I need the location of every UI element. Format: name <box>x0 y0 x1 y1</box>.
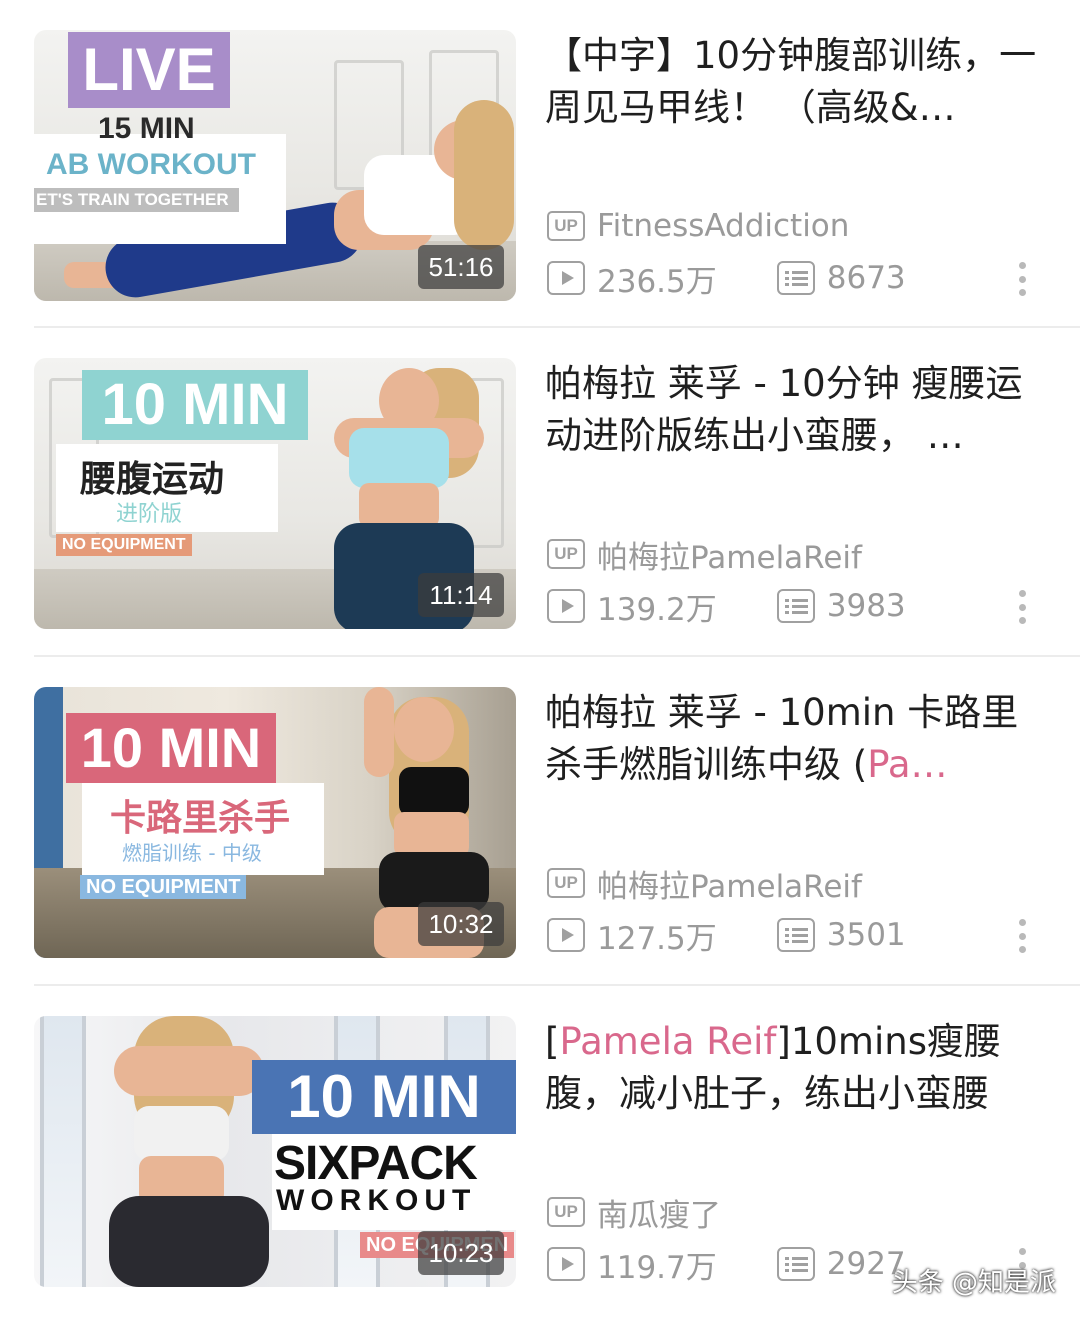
up-badge-icon: UP <box>547 211 585 241</box>
danmaku-count: 3983 <box>826 588 906 624</box>
video-item[interactable]: 10 MIN 卡路里杀手 燃脂训练 - 中级 NO EQUIPMENT 10:3… <box>0 657 1080 986</box>
thumbnail-caption: WORKOUT <box>276 1184 477 1217</box>
video-thumbnail[interactable]: 10 MIN SIXPACK WORKOUT NO EQUIPMEN 10:23 <box>34 1016 516 1287</box>
danmaku-icon <box>776 589 815 623</box>
play-count-icon <box>547 918 585 952</box>
up-badge-icon: UP <box>547 1197 585 1227</box>
thumbnail-title: 15 MIN <box>98 112 195 145</box>
danmaku-count: 3501 <box>826 917 906 953</box>
thumbnail-tag: NO EQUIPMENT <box>56 534 192 556</box>
video-title[interactable]: 帕梅拉 莱孚 - 10分钟 瘦腰运动进阶版练出小蛮腰， … <box>545 358 1040 462</box>
duration-badge: 10:23 <box>418 1231 504 1275</box>
uploader-name: FitnessAddiction <box>597 208 850 244</box>
video-thumbnail[interactable]: 10 MIN 腰腹运动 进阶版 NO EQUIPMENT 11:14 <box>34 358 516 629</box>
uploader-row[interactable]: UP FitnessAddiction <box>547 206 849 246</box>
view-count: 236.5万 <box>597 263 717 300</box>
thumbnail-title: 10 MIN <box>66 713 276 783</box>
video-item[interactable]: 10 MIN 腰腹运动 进阶版 NO EQUIPMENT 11:14 帕梅拉 莱… <box>0 328 1080 657</box>
view-count: 119.7万 <box>597 1249 717 1286</box>
play-count-icon <box>547 589 585 623</box>
duration-badge: 10:32 <box>418 902 504 946</box>
play-count-icon <box>547 1247 585 1281</box>
view-count: 127.5万 <box>597 920 717 957</box>
video-item[interactable]: LIVE 15 MIN AB WORKOUT ET'S TRAIN TOGETH… <box>0 0 1080 328</box>
uploader-name: 帕梅拉PamelaReif <box>597 868 862 905</box>
video-title[interactable]: 【中字】10分钟腹部训练，一周见马甲线！ （高级&… <box>545 30 1040 134</box>
duration-badge: 11:14 <box>418 573 504 617</box>
uploader-name: 帕梅拉PamelaReif <box>597 539 862 576</box>
video-title[interactable]: [Pamela Reif]10mins瘦腰腹，减小肚子，练出小蛮腰 <box>545 1016 1040 1120</box>
more-vertical-icon[interactable] <box>1016 590 1028 624</box>
thumbnail-subtitle: AB WORKOUT <box>46 148 256 181</box>
thumbnail-subtitle: 卡路里杀手 <box>110 798 291 839</box>
play-count-icon <box>547 261 585 295</box>
thumbnail-live-label: LIVE <box>68 32 230 108</box>
stats-row: 236.5万 8673 <box>547 257 906 300</box>
uploader-row[interactable]: UP 南瓜瘦了 <box>547 1192 721 1234</box>
thumbnail-caption: 进阶版 <box>116 502 183 527</box>
video-thumbnail[interactable]: 10 MIN 卡路里杀手 燃脂训练 - 中级 NO EQUIPMENT 10:3… <box>34 687 516 958</box>
thumbnail-title: 10 MIN <box>252 1060 516 1134</box>
stats-row: 127.5万 3501 <box>547 914 906 957</box>
video-title[interactable]: 帕梅拉 莱孚 - 10min 卡路里杀手燃脂训练中级 (Pa… <box>545 687 1040 791</box>
danmaku-icon <box>776 918 815 952</box>
thumbnail-caption: 燃脂训练 - 中级 <box>122 841 262 865</box>
up-badge-icon: UP <box>547 539 585 569</box>
thumbnail-subtitle: 腰腹运动 <box>80 459 225 500</box>
danmaku-icon <box>776 261 815 295</box>
duration-badge: 51:16 <box>418 245 504 289</box>
danmaku-count: 8673 <box>826 260 906 296</box>
uploader-name: 南瓜瘦了 <box>597 1197 721 1234</box>
thumbnail-subtitle: SIXPACK <box>274 1137 478 1190</box>
uploader-row[interactable]: UP 帕梅拉PamelaReif <box>547 534 862 576</box>
thumbnail-tag: ET'S TRAIN TOGETHER <box>34 188 239 212</box>
more-vertical-icon[interactable] <box>1016 919 1028 953</box>
thumbnail-tag: NO EQUIPMENT <box>80 875 247 899</box>
more-vertical-icon[interactable] <box>1016 262 1028 296</box>
watermark: 头条 @知是派 <box>891 1268 1056 1298</box>
thumbnail-title: 10 MIN <box>82 370 308 440</box>
video-thumbnail[interactable]: LIVE 15 MIN AB WORKOUT ET'S TRAIN TOGETH… <box>34 30 516 301</box>
uploader-row[interactable]: UP 帕梅拉PamelaReif <box>547 863 862 905</box>
up-badge-icon: UP <box>547 868 585 898</box>
stats-row: 119.7万 2927 <box>547 1243 906 1286</box>
stats-row: 139.2万 3983 <box>547 585 906 628</box>
danmaku-icon <box>776 1247 815 1281</box>
view-count: 139.2万 <box>597 591 717 628</box>
video-list: LIVE 15 MIN AB WORKOUT ET'S TRAIN TOGETH… <box>0 0 1080 1315</box>
